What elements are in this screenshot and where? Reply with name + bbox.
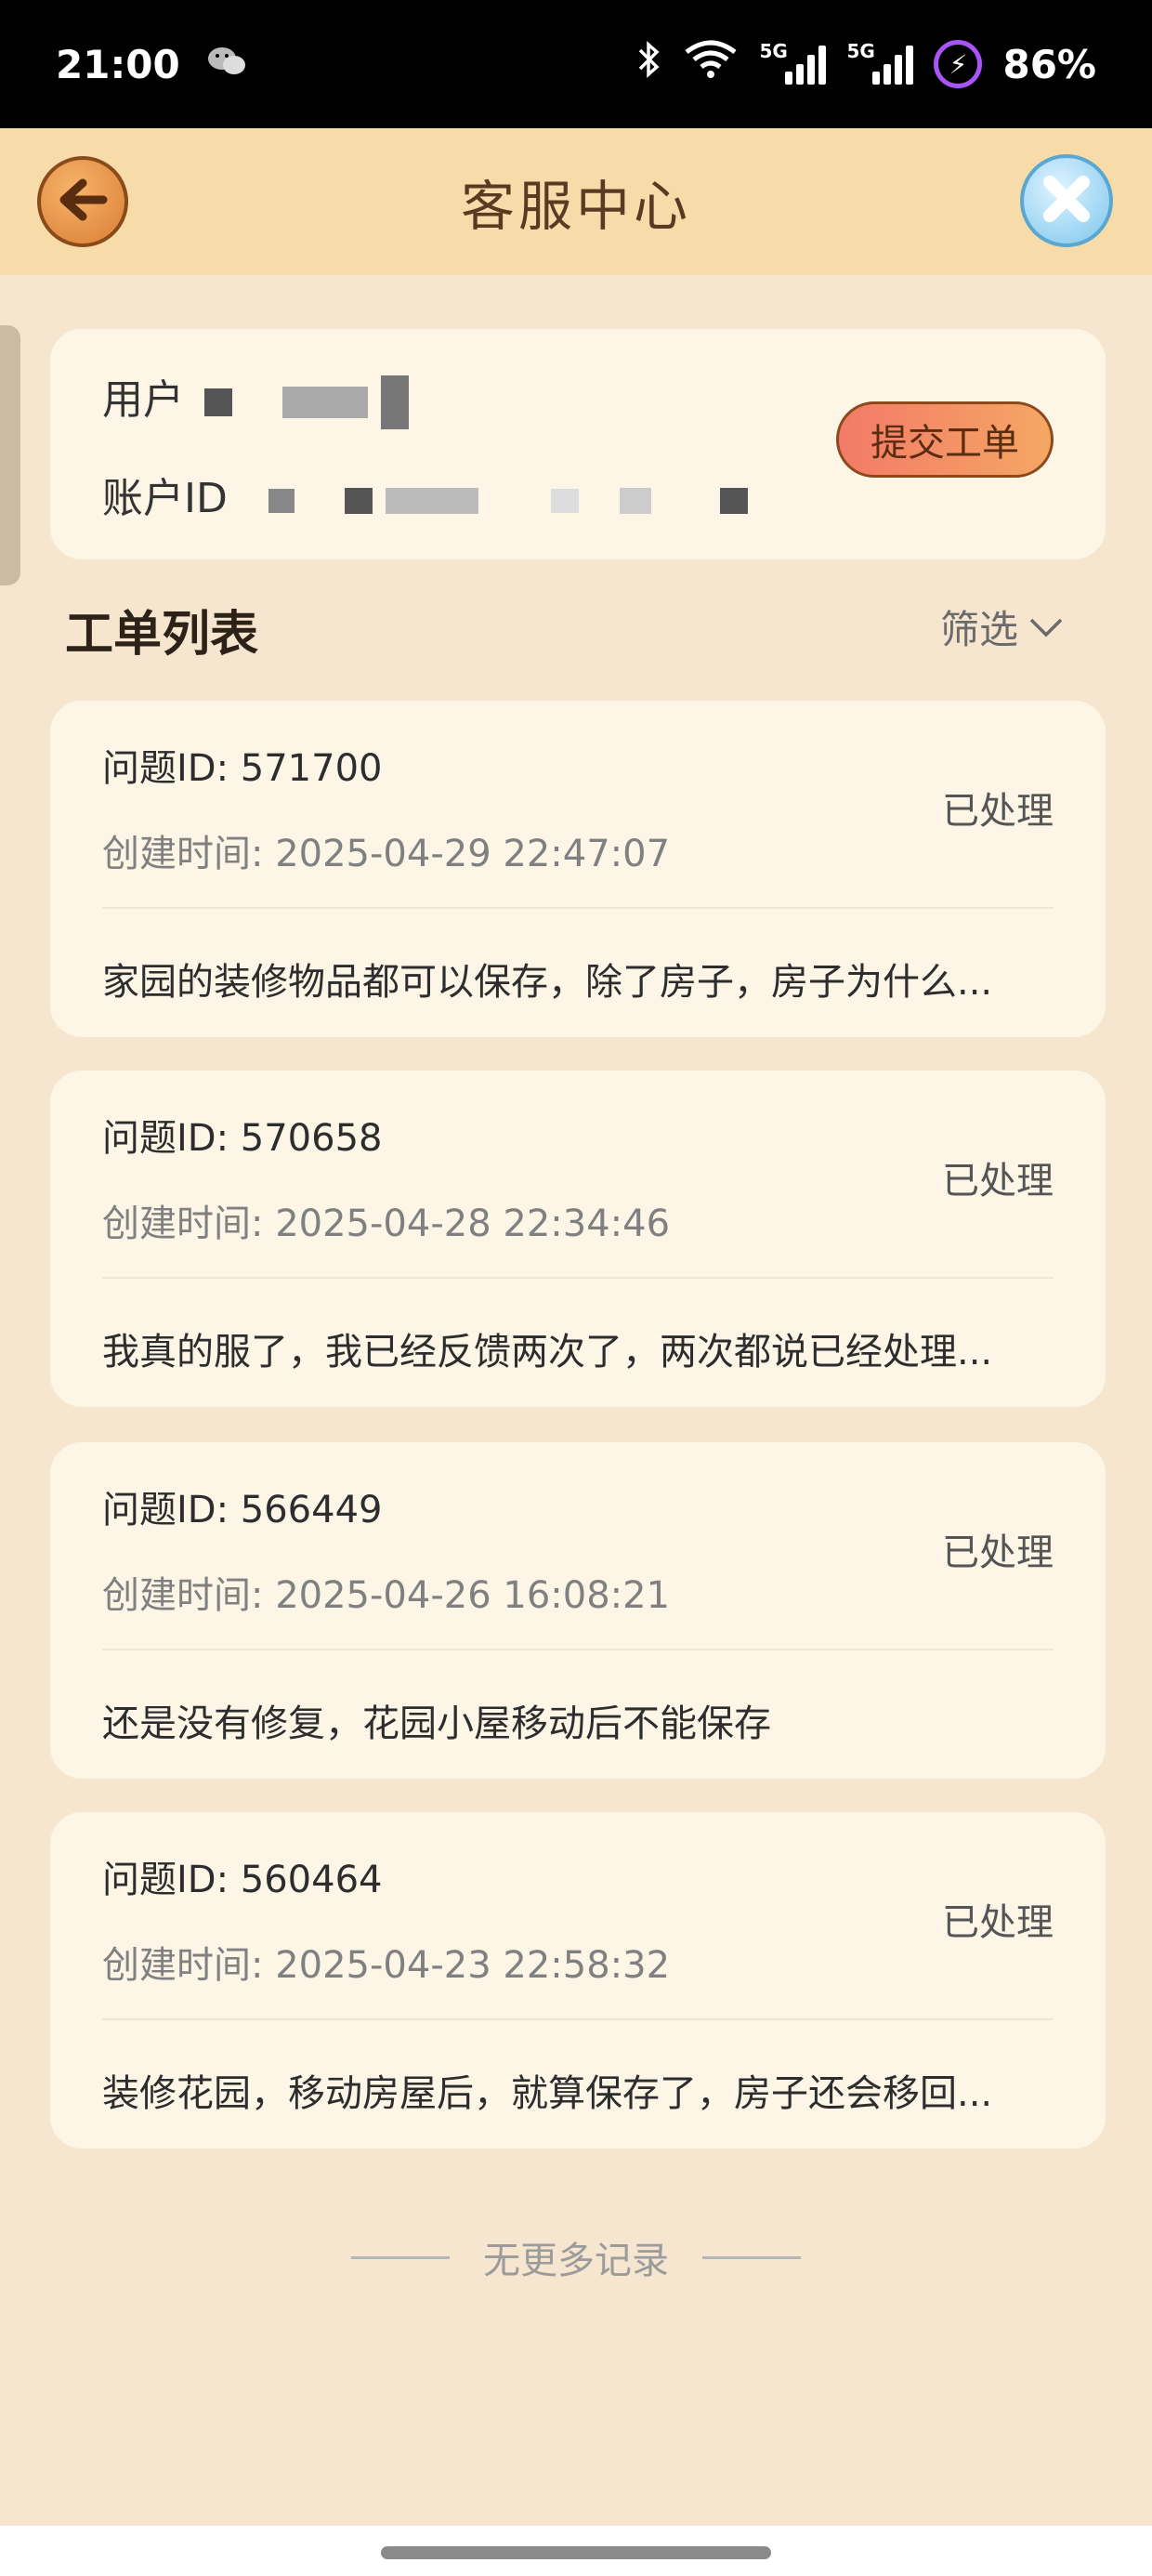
chevron-down-icon	[1028, 604, 1065, 650]
filter-label: 筛选	[939, 607, 1018, 652]
ticket-description: 装修花园，移动房屋后，就算保存了，房子还会移回...	[102, 2072, 993, 2115]
ticket-card[interactable]: 问题ID: 566449 创建时间: 2025-04-26 16:08:21 已…	[50, 1442, 1106, 1779]
submit-ticket-button[interactable]: 提交工单	[836, 401, 1054, 478]
status-time: 21:00	[56, 41, 180, 87]
ticket-description: 还是没有修复，花园小屋移动后不能保存	[102, 1702, 771, 1745]
user-info-card: 用户 账户ID 提交工单	[50, 329, 1106, 559]
side-drawer-handle[interactable]	[0, 325, 20, 585]
ticket-id: 问题ID: 566449	[102, 1489, 383, 1531]
close-button[interactable]	[1020, 154, 1113, 247]
divider	[102, 2018, 1054, 2020]
user-name-redacted	[381, 375, 409, 429]
ticket-created-time: 创建时间: 2025-04-28 22:34:46	[102, 1203, 671, 1245]
account-id-redacted	[550, 489, 579, 513]
account-row: 账户ID	[102, 465, 748, 524]
account-id-redacted	[344, 488, 373, 514]
ticket-description: 家园的装修物品都可以保存，除了房子，房子为什么...	[102, 961, 993, 1004]
ticket-card[interactable]: 问题ID: 570658 创建时间: 2025-04-28 22:34:46 已…	[50, 1071, 1106, 1407]
ticket-id: 问题ID: 570658	[102, 1117, 383, 1160]
divider	[102, 907, 1054, 909]
divider	[702, 2255, 801, 2259]
ticket-status: 已处理	[942, 1531, 1054, 1574]
network-type: 5G	[759, 40, 788, 62]
user-name-redacted	[282, 387, 368, 418]
signal-icon: 5G	[759, 40, 827, 85]
ticket-created-time: 创建时间: 2025-04-23 22:58:32	[102, 1944, 671, 1987]
ticket-id: 问题ID: 560464	[102, 1859, 383, 1901]
account-id-redacted	[619, 488, 651, 514]
divider	[351, 2255, 450, 2259]
ticket-id: 问题ID: 571700	[102, 747, 383, 790]
user-name-redacted	[204, 388, 232, 416]
account-id-redacted	[268, 489, 295, 513]
close-icon	[1039, 171, 1094, 230]
bluetooth-icon	[636, 39, 662, 89]
ticket-card[interactable]: 问题ID: 571700 创建时间: 2025-04-29 22:47:07 已…	[50, 701, 1106, 1037]
battery-level: 86%	[1002, 41, 1096, 87]
divider	[102, 1277, 1054, 1279]
ticket-status: 已处理	[942, 790, 1054, 833]
network-type: 5G	[846, 40, 875, 62]
end-of-list: 无更多记录	[0, 2230, 1152, 2284]
page-title: 客服中心	[460, 175, 691, 238]
end-of-list-text: 无更多记录	[483, 2240, 669, 2282]
battery-charging-icon: ⚡	[934, 40, 983, 88]
divider	[102, 1649, 1054, 1650]
ticket-card[interactable]: 问题ID: 560464 创建时间: 2025-04-23 22:58:32 已…	[50, 1812, 1106, 2149]
wechat-icon	[206, 42, 247, 87]
app-header: 客服中心	[0, 128, 1152, 275]
wifi-icon	[683, 39, 739, 89]
ticket-description: 我真的服了，我已经反馈两次了，两次都说已经处理...	[102, 1331, 993, 1373]
back-button[interactable]	[37, 156, 128, 247]
ticket-created-time: 创建时间: 2025-04-26 16:08:21	[102, 1574, 671, 1617]
back-arrow-icon	[57, 177, 109, 226]
account-label: 账户ID	[102, 475, 228, 522]
ticket-list-title: 工单列表	[65, 607, 259, 663]
user-label: 用户	[102, 376, 184, 424]
ticket-created-time: 创建时间: 2025-04-29 22:47:07	[102, 833, 671, 875]
account-id-redacted	[719, 488, 748, 514]
signal-icon: 5G	[846, 40, 914, 85]
status-bar: 21:00 5G 5G ⚡ 86%	[0, 0, 1152, 128]
ticket-status: 已处理	[942, 1160, 1054, 1203]
ticket-status: 已处理	[942, 1901, 1054, 1944]
home-indicator[interactable]	[381, 2546, 771, 2559]
account-id-redacted	[385, 488, 478, 514]
filter-button[interactable]: 筛选	[940, 598, 1065, 655]
user-row: 用户	[102, 366, 409, 429]
